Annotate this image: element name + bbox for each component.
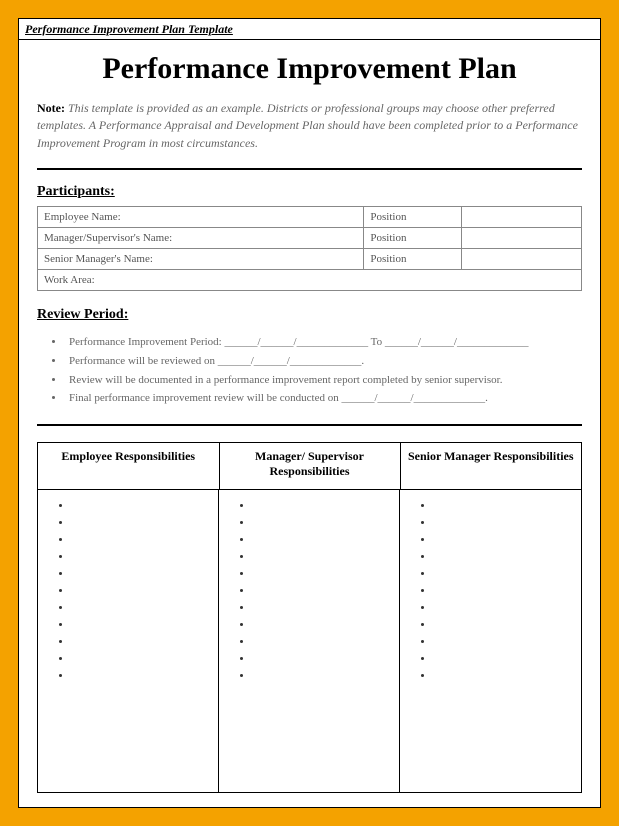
bullet <box>253 617 393 634</box>
bullet <box>434 583 575 600</box>
position-value-cell <box>462 228 582 249</box>
header-label: Performance Improvement Plan Template <box>19 19 600 40</box>
list-item: Performance Improvement Period: ______/_… <box>65 333 582 352</box>
bullet <box>253 498 393 515</box>
work-area-label: Work Area: <box>38 270 582 291</box>
bullet <box>253 634 393 651</box>
employee-resp-column <box>38 490 219 792</box>
divider <box>37 168 582 170</box>
table-row: Employee Name: Position <box>38 207 582 228</box>
manager-resp-column <box>219 490 400 792</box>
bullet <box>253 515 393 532</box>
employee-name-label: Employee Name: <box>38 207 364 228</box>
bullet <box>72 583 212 600</box>
col-manager-resp: Manager/ Supervisor Responsibilities <box>219 443 400 490</box>
note-body: This template is provided as an example.… <box>37 101 578 150</box>
senior-manager-name-label: Senior Manager's Name: <box>38 249 364 270</box>
bullet <box>253 549 393 566</box>
bullet <box>72 498 212 515</box>
bullet <box>72 668 212 685</box>
position-value-cell <box>462 207 582 228</box>
bullet-list <box>62 498 212 685</box>
list-item: Review will be documented in a performan… <box>65 371 582 390</box>
bullet <box>434 668 575 685</box>
table-row: Senior Manager's Name: Position <box>38 249 582 270</box>
bullet <box>253 600 393 617</box>
review-period-heading: Review Period: <box>37 307 582 323</box>
table-row: Work Area: <box>38 270 582 291</box>
bullet-list <box>243 498 393 685</box>
bullet <box>434 515 575 532</box>
review-list: Performance Improvement Period: ______/_… <box>65 333 582 408</box>
table-row: Manager/Supervisor's Name: Position <box>38 228 582 249</box>
bullet <box>72 634 212 651</box>
participants-heading: Participants: <box>37 184 582 200</box>
position-label: Position <box>364 228 462 249</box>
bullet <box>72 617 212 634</box>
list-item: Performance will be reviewed on ______/_… <box>65 352 582 371</box>
bullet <box>253 651 393 668</box>
list-item: Final performance improvement review wil… <box>65 389 582 408</box>
position-value-cell <box>462 249 582 270</box>
bullet <box>253 532 393 549</box>
bullet <box>72 549 212 566</box>
position-label: Position <box>364 207 462 228</box>
bullet <box>434 498 575 515</box>
note-label: Note: <box>37 101 65 115</box>
page-title: Performance Improvement Plan <box>37 52 582 86</box>
bullet-list <box>424 498 575 685</box>
participants-table: Employee Name: Position Manager/Supervis… <box>37 206 582 291</box>
bullet <box>72 532 212 549</box>
bullet <box>253 583 393 600</box>
bullet <box>434 600 575 617</box>
note-block: Note: This template is provided as an ex… <box>37 100 582 152</box>
bullet <box>253 566 393 583</box>
document-content: Performance Improvement Plan Note: This … <box>19 40 600 807</box>
bullet <box>72 515 212 532</box>
bullet <box>434 532 575 549</box>
col-employee-resp: Employee Responsibilities <box>38 443 219 490</box>
bullet <box>434 634 575 651</box>
bullet <box>72 651 212 668</box>
responsibilities-body <box>38 490 581 792</box>
bullet <box>72 566 212 583</box>
col-senior-resp: Senior Manager Responsibilities <box>400 443 581 490</box>
bullet <box>434 617 575 634</box>
responsibilities-table: Employee Responsibilities Manager/ Super… <box>37 442 582 793</box>
manager-name-label: Manager/Supervisor's Name: <box>38 228 364 249</box>
position-label: Position <box>364 249 462 270</box>
responsibilities-header: Employee Responsibilities Manager/ Super… <box>38 443 581 490</box>
bullet <box>72 600 212 617</box>
bullet <box>434 566 575 583</box>
document-page: Performance Improvement Plan Template Pe… <box>18 18 601 808</box>
bullet <box>434 651 575 668</box>
divider <box>37 424 582 426</box>
bullet <box>434 549 575 566</box>
bullet <box>253 668 393 685</box>
senior-resp-column <box>400 490 581 792</box>
